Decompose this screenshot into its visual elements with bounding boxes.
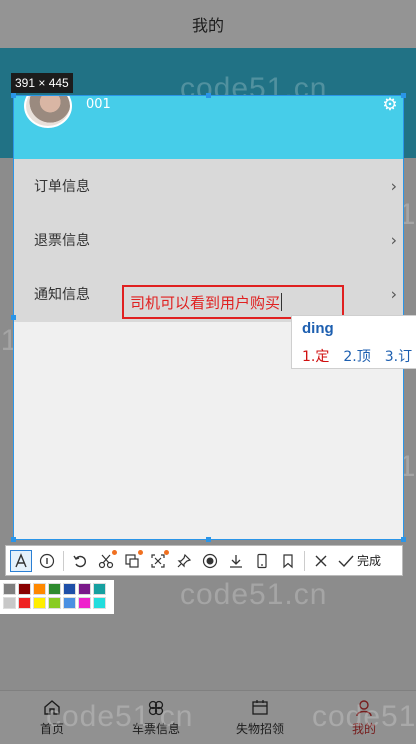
number-marker-icon[interactable] [36,550,58,572]
text-tool-icon[interactable] [10,549,32,572]
annotation-text: 司机可以看到用户购买 [130,293,281,312]
profile-band: 001 ⚙ [14,96,403,159]
chevron-right-icon: › [390,284,397,304]
annotation-toolbar: 完成 [5,545,403,576]
watermark: code51.cn [46,700,194,733]
phone-icon[interactable] [251,550,273,572]
resize-handle-sw[interactable] [11,537,16,542]
ime-candidate[interactable]: 1.定 [302,346,329,366]
color-swatch[interactable] [63,597,76,609]
color-swatch[interactable] [48,597,61,609]
text-annotation-box[interactable]: 司机可以看到用户购买 [122,285,344,319]
username: 001 [86,97,111,112]
color-swatch[interactable] [93,597,106,609]
download-icon[interactable] [225,550,247,572]
ime-candidate-window: ding 1.定 2.顶 3.订 [291,315,416,369]
color-swatch[interactable] [18,583,31,595]
close-icon[interactable] [310,550,332,572]
ime-candidate[interactable]: 2.顶 [343,346,370,366]
color-swatch[interactable] [93,583,106,595]
scissors-icon[interactable] [95,549,117,572]
palette-row [3,597,114,609]
chevron-right-icon: › [390,176,397,196]
gear-icon[interactable]: ⚙ [381,96,399,114]
color-swatch[interactable] [63,583,76,595]
watermark: code51.cn [312,700,416,733]
toolbar-divider [304,550,305,571]
badge-dot [138,549,143,555]
chevron-right-icon: › [390,230,397,250]
color-palette [0,580,114,614]
menu-item-label: 通知信息 [34,287,90,303]
text-caret [281,293,283,311]
menu-item-refunds[interactable]: 退票信息 › [14,213,403,267]
resize-handle-n[interactable] [206,93,211,98]
color-swatch[interactable] [18,597,31,609]
badge-dot [112,549,117,555]
menu-item-orders[interactable]: 订单信息 › [14,159,403,213]
color-swatch[interactable] [78,597,91,609]
resize-handle-w[interactable] [11,315,16,320]
check-icon [338,555,354,567]
watermark: code51.cn [180,578,328,611]
color-swatch[interactable] [3,583,16,595]
ime-candidate[interactable]: 3.订 [385,346,412,366]
resize-handle-nw[interactable] [11,93,16,98]
scan-icon[interactable] [147,549,169,572]
selection-size-label: 391 × 445 [11,73,73,93]
avatar[interactable] [24,96,72,128]
undo-icon[interactable] [69,550,91,572]
done-label: 完成 [357,554,382,568]
ocr-icon[interactable] [121,549,143,572]
resize-handle-ne[interactable] [401,93,406,98]
menu-item-label: 退票信息 [34,233,90,249]
palette-row [3,583,114,595]
bookmark-icon[interactable] [277,550,299,572]
color-swatch[interactable] [33,597,46,609]
ime-candidate-list: 1.定 2.顶 3.订 [302,346,412,366]
color-swatch[interactable] [33,583,46,595]
badge-dot [164,549,169,555]
resize-handle-s[interactable] [206,537,211,542]
color-swatch[interactable] [3,597,16,609]
resize-handle-se[interactable] [401,537,406,542]
record-icon[interactable] [199,550,221,572]
color-swatch[interactable] [78,583,91,595]
menu-item-label: 订单信息 [34,179,90,195]
pin-icon[interactable] [173,550,195,572]
done-button[interactable]: 完成 [338,552,381,569]
color-swatch[interactable] [48,583,61,595]
toolbar-divider [63,550,64,571]
ime-composition: ding [302,320,334,337]
